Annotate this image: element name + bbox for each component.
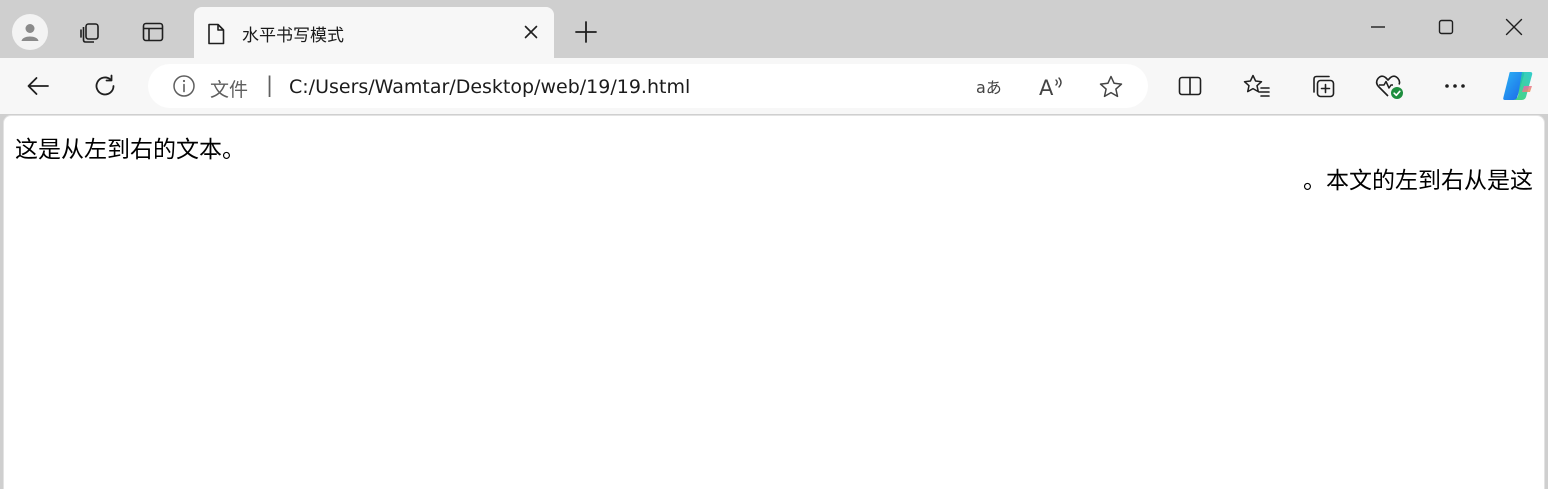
maximize-icon bbox=[1438, 19, 1454, 35]
collections-button[interactable] bbox=[1303, 66, 1343, 106]
heart-health-icon bbox=[1375, 75, 1403, 99]
tab-strip: 水平书写模式 bbox=[0, 0, 1548, 58]
svg-text:aあ: aあ bbox=[976, 78, 1002, 97]
navigation-toolbar: 文件 | C:/Users/Wamtar/Desktop/web/19/19.h… bbox=[0, 58, 1548, 114]
browser-essentials-button[interactable] bbox=[1369, 66, 1409, 106]
collections-icon bbox=[1313, 75, 1335, 98]
read-aloud-icon: A bbox=[1039, 76, 1062, 100]
new-tab-button[interactable] bbox=[566, 12, 606, 52]
rtl-paragraph: 这是从右到左的文本。 bbox=[1303, 168, 1533, 194]
address-scheme-label: 文件 bbox=[210, 79, 249, 101]
profile-button[interactable] bbox=[10, 12, 50, 52]
workspaces-button[interactable] bbox=[70, 12, 110, 52]
maximize-button[interactable] bbox=[1412, 0, 1480, 54]
split-screen-icon bbox=[1178, 76, 1202, 96]
tab-actions-icon bbox=[142, 22, 164, 42]
profile-avatar-icon bbox=[12, 14, 48, 50]
svg-text:A: A bbox=[1039, 76, 1054, 100]
site-info-icon[interactable] bbox=[172, 74, 196, 102]
translate-button[interactable]: aあ bbox=[974, 70, 1008, 104]
back-arrow-icon bbox=[27, 77, 49, 95]
more-options-button[interactable] bbox=[1435, 66, 1475, 106]
tab-close-button[interactable] bbox=[518, 19, 544, 45]
split-screen-button[interactable] bbox=[1170, 66, 1210, 106]
translate-icon: aあ bbox=[976, 78, 1002, 97]
ltr-paragraph: 这是从左到右的文本。 bbox=[15, 137, 245, 163]
address-separator: | bbox=[266, 73, 274, 97]
ellipsis-icon bbox=[1445, 84, 1465, 88]
favorite-star-button[interactable] bbox=[1094, 70, 1128, 104]
read-aloud-button[interactable]: A bbox=[1034, 70, 1068, 104]
copilot-icon bbox=[1503, 72, 1533, 100]
page-icon bbox=[206, 22, 226, 50]
favorites-button[interactable] bbox=[1237, 66, 1277, 106]
minimize-button[interactable] bbox=[1344, 0, 1412, 54]
workspaces-icon bbox=[80, 23, 99, 43]
star-icon bbox=[1099, 75, 1123, 98]
address-bar[interactable]: 文件 | C:/Users/Wamtar/Desktop/web/19/19.h… bbox=[148, 64, 1148, 108]
copilot-button[interactable] bbox=[1498, 66, 1538, 106]
vertical-tabs-button[interactable] bbox=[133, 12, 173, 52]
refresh-button[interactable] bbox=[85, 66, 125, 106]
page-viewport: 这是从左到右的文本。 这是从右到左的文本。 bbox=[3, 115, 1545, 489]
close-icon bbox=[524, 25, 538, 39]
plus-icon bbox=[575, 21, 597, 43]
refresh-icon bbox=[95, 74, 115, 96]
browser-window: 水平书写模式 文件 | C:/Users/Wamtar/Desktop/web/… bbox=[0, 0, 1548, 489]
favorites-list-icon bbox=[1243, 74, 1270, 97]
back-button[interactable] bbox=[18, 66, 58, 106]
minimize-icon bbox=[1371, 26, 1385, 28]
window-close-icon bbox=[1505, 18, 1523, 36]
tab-title: 水平书写模式 bbox=[242, 26, 344, 46]
address-url[interactable]: C:/Users/Wamtar/Desktop/web/19/19.html bbox=[289, 76, 690, 98]
window-close-button[interactable] bbox=[1480, 0, 1548, 54]
tab-active[interactable]: 水平书写模式 bbox=[194, 7, 554, 58]
